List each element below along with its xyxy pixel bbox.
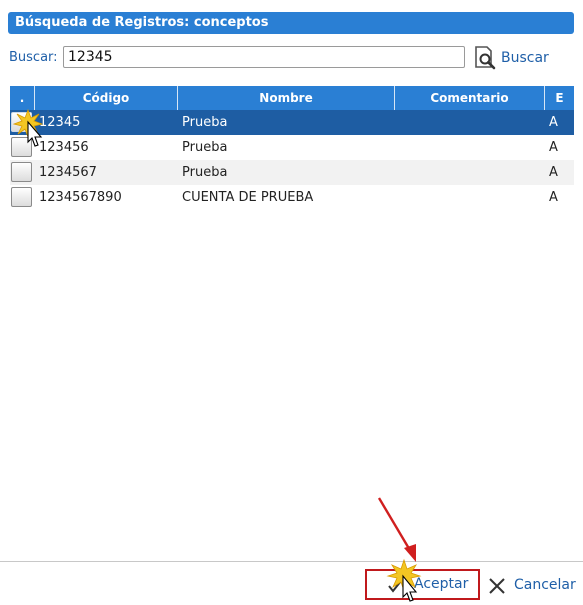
checkmark-icon: [388, 580, 402, 593]
cell-e: A: [549, 190, 558, 205]
cell-e: A: [549, 140, 558, 155]
cell-comentario: [395, 110, 545, 135]
search-input[interactable]: [63, 46, 465, 68]
column-header-codigo[interactable]: Código: [35, 86, 178, 110]
table-row[interactable]: 1234567 Prueba A: [10, 160, 574, 185]
cell-e: A: [549, 165, 558, 180]
column-header-select[interactable]: .: [10, 86, 35, 110]
column-header-comentario[interactable]: Comentario: [395, 86, 545, 110]
cell-comentario: [395, 185, 545, 210]
grid-header: . Código Nombre Comentario E: [10, 86, 574, 110]
footer-divider: [0, 561, 583, 562]
cell-comentario: [395, 160, 545, 185]
cell-nombre: Prueba: [182, 140, 228, 155]
table-row[interactable]: 1234567890 CUENTA DE PRUEBA A: [10, 185, 574, 210]
cell-nombre: Prueba: [182, 115, 228, 130]
cell-nombre: Prueba: [182, 165, 228, 180]
search-label: Buscar:: [9, 50, 58, 65]
cell-codigo: 12345: [39, 115, 81, 130]
table-row[interactable]: 123456 Prueba A: [10, 135, 574, 160]
cancel-button-label: Cancelar: [514, 577, 576, 593]
column-header-e[interactable]: E: [545, 86, 574, 110]
row-checkbox[interactable]: [11, 137, 32, 157]
cell-nombre: CUENTA DE PRUEBA: [182, 190, 314, 205]
cell-codigo: 123456: [39, 140, 89, 155]
cell-comentario: [395, 135, 545, 160]
row-checkbox[interactable]: [11, 112, 32, 132]
arrow-icon: [377, 497, 416, 562]
close-icon: [489, 578, 505, 594]
cell-codigo: 1234567: [39, 165, 97, 180]
search-button[interactable]: Buscar: [501, 50, 549, 66]
results-grid: . Código Nombre Comentario E 12345 Prueb…: [10, 86, 574, 210]
cell-codigo: 1234567890: [39, 190, 122, 205]
dialog-title: Búsqueda de Registros: conceptos: [8, 12, 574, 34]
column-header-nombre[interactable]: Nombre: [178, 86, 395, 110]
row-checkbox[interactable]: [11, 187, 32, 207]
search-icon[interactable]: [473, 45, 497, 71]
cancel-button[interactable]: Cancelar: [486, 574, 578, 598]
accept-button-label: Aceptar: [414, 576, 469, 592]
accept-button[interactable]: Aceptar: [365, 569, 480, 600]
row-checkbox[interactable]: [11, 162, 32, 182]
cell-e: A: [549, 115, 558, 130]
table-row[interactable]: 12345 Prueba A: [10, 110, 574, 135]
